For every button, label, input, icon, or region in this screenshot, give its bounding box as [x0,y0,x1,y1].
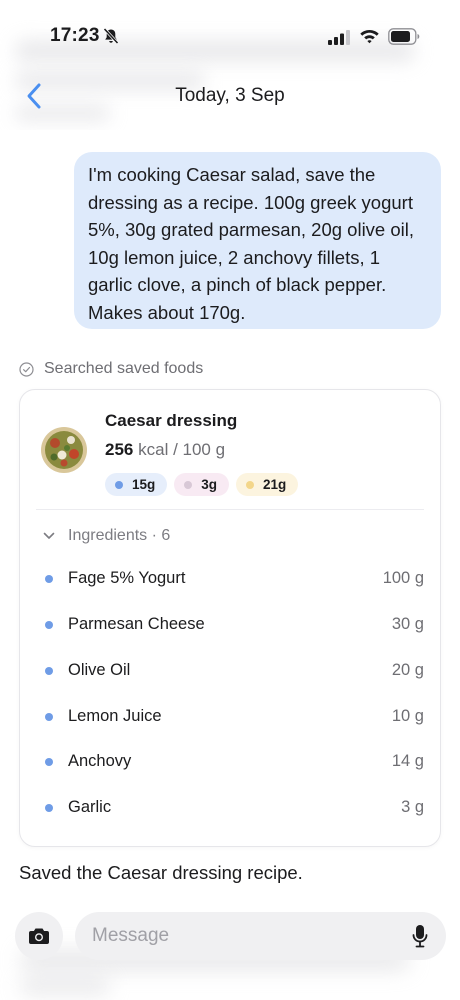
macro-dot [184,480,193,489]
message-composer[interactable] [75,912,446,960]
ingredient-row: Garlic 3 g [20,793,440,823]
kcal-value: 256 [105,440,134,459]
ingredient-row: Anchovy 14 g [20,747,440,777]
status-time: 17:23 [50,25,100,46]
ingredients-label: Ingredients · 6 [68,527,171,544]
food-image [41,427,87,473]
macro-pill-protein: 15g [105,473,168,496]
assistant-message: Saved the Caesar dressing recipe. [19,862,303,883]
ingredient-name: Lemon Juice [68,707,162,725]
tool-status: Searched saved foods [19,358,203,380]
ingredient-row: Olive Oil 20 g [20,656,440,686]
camera-icon [29,928,49,944]
page-title: Today, 3 Sep [175,85,285,106]
battery-icon [388,28,420,45]
ingredient-dot [45,575,53,583]
macro-pill-carbs: 3g [174,473,230,496]
ingredient-amount: 10 g [391,707,424,725]
food-kcal: 256 kcal / 100 g [105,440,225,460]
ingredient-amount: 30 g [391,615,424,633]
ingredient-dot [45,804,53,812]
user-message-bubble: I'm cooking Caesar salad, save the dress… [74,152,441,329]
ingredient-name: Fage 5% Yogurt [68,569,186,587]
ingredient-dot [45,621,53,629]
signal-icon [328,30,350,45]
macro-pills: 15g 3g 21g [105,473,299,496]
ingredient-row: Fage 5% Yogurt 100 g [20,564,440,594]
ingredient-amount: 100 g [382,569,424,587]
ingredient-name: Anchovy [68,752,132,770]
food-name: Caesar dressing [105,411,238,430]
macro-value: 21g [263,477,287,492]
ingredient-dot [45,758,53,766]
macro-value: 3g [201,477,218,492]
bell-slash-icon [103,27,119,45]
kcal-unit: kcal / 100 g [138,440,226,459]
ingredient-name: Olive Oil [68,661,131,679]
message-input[interactable] [92,912,392,960]
wifi-icon [360,30,379,44]
chevron-down-icon [43,532,55,539]
food-card[interactable]: Caesar dressing 256 kcal / 100 g 15g 3g … [19,389,441,847]
camera-button[interactable] [15,912,63,960]
nav-header: Today, 3 Sep [0,75,460,115]
status-bar: 17:23 [0,0,460,70]
ingredient-dot [45,667,53,675]
ingredient-name: Garlic [68,798,112,816]
ingredient-amount: 3 g [401,798,424,816]
ingredient-amount: 20 g [391,661,424,679]
macro-dot [115,480,123,489]
ingredient-row: Lemon Juice 10 g [20,702,440,732]
ingredients-toggle[interactable]: Ingredients · 6 [42,527,170,545]
ingredient-amount: 14 g [391,752,424,770]
tool-status-label: Searched saved foods [44,360,204,377]
ingredient-name: Parmesan Cheese [68,615,205,633]
macro-value: 15g [132,477,156,492]
check-circle-icon [19,361,34,377]
ingredient-dot [45,713,53,721]
divider [36,509,424,510]
mic-icon[interactable] [412,924,428,948]
ingredient-row: Parmesan Cheese 30 g [20,610,440,640]
macro-dot [246,480,255,489]
macro-pill-fat: 21g [236,473,299,496]
